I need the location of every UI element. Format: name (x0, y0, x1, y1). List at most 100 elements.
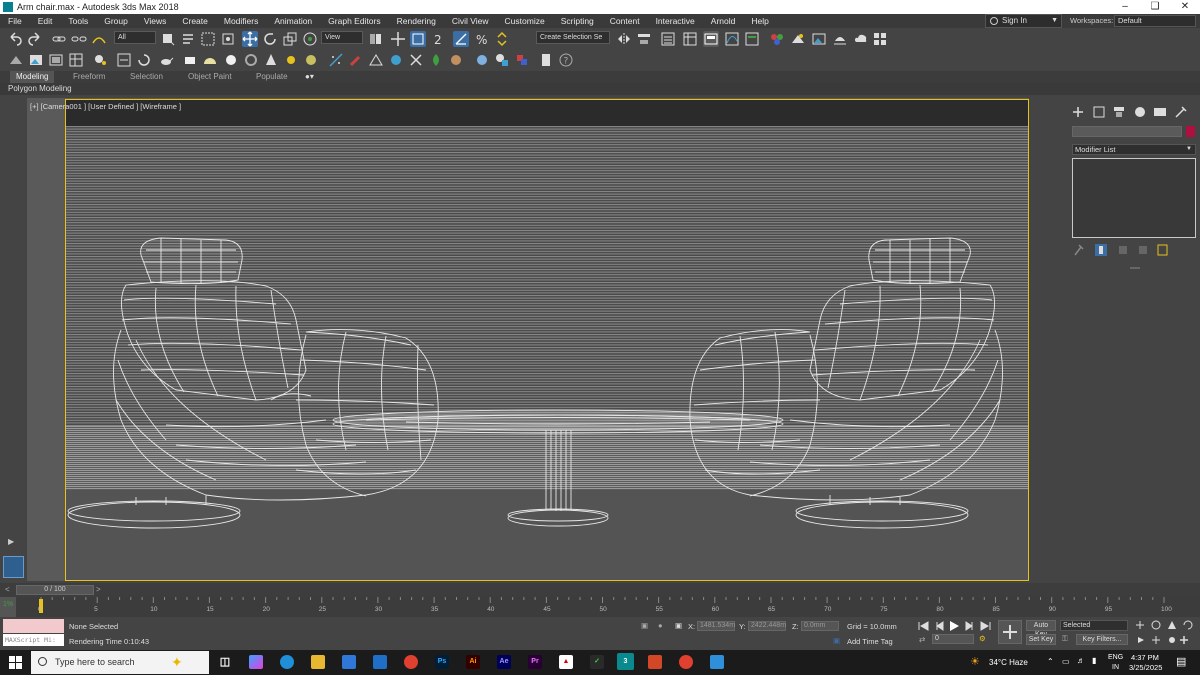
field-of-view-icon[interactable] (1168, 621, 1176, 629)
network-icon[interactable]: ▭ (1062, 657, 1070, 666)
prev-frame-arrow-icon[interactable]: < (5, 585, 10, 594)
close-button[interactable]: ✕ (1170, 0, 1200, 14)
battery-icon[interactable]: ▮ (1092, 656, 1096, 665)
menu-civil-view[interactable]: Civil View (444, 16, 497, 26)
menu-graph-editors[interactable]: Graph Editors (320, 16, 388, 26)
link-icon[interactable] (51, 31, 67, 47)
script-icon[interactable] (538, 52, 554, 68)
coreldraw-icon[interactable]: ✓ (590, 655, 604, 669)
sun-icon[interactable] (283, 52, 299, 68)
percent-snap-icon[interactable]: % (474, 31, 490, 47)
redo-icon[interactable] (27, 31, 43, 47)
scale-icon[interactable] (282, 31, 298, 47)
photoshop-icon[interactable]: Ps (435, 655, 449, 669)
task-view-icon[interactable]: ◫ (218, 655, 232, 669)
menu-edit[interactable]: Edit (30, 16, 61, 26)
teapot-icon[interactable] (158, 52, 174, 68)
time-tag-icon[interactable]: ▣ (833, 636, 840, 645)
reference-coordinate-select[interactable]: View (321, 31, 363, 44)
absolute-mode-icon[interactable]: ▣ (675, 621, 682, 630)
select-object-icon[interactable] (160, 31, 176, 47)
measure-icon[interactable] (368, 52, 384, 68)
scene-icon[interactable] (48, 52, 64, 68)
tab-object-paint[interactable]: Object Paint (188, 71, 232, 83)
material-editor-icon[interactable] (769, 31, 785, 47)
undo-icon[interactable] (7, 31, 23, 47)
panel-divider[interactable] (1130, 267, 1140, 269)
key-icon[interactable]: ⚿ (1062, 634, 1068, 644)
render-element-icon[interactable] (514, 52, 530, 68)
key-mode-select[interactable]: Selected (1060, 620, 1128, 631)
constraint-icon[interactable] (408, 52, 424, 68)
taskbar-search-box[interactable]: Type here to search ✦ (31, 651, 209, 674)
modifier-stack[interactable] (1072, 158, 1196, 238)
bind-space-warp-icon[interactable] (91, 31, 107, 47)
dolly-icon[interactable] (1138, 637, 1144, 643)
premiere-pro-icon[interactable]: Pr (528, 655, 542, 669)
foliage-icon[interactable] (428, 52, 444, 68)
move-icon[interactable] (242, 31, 258, 47)
menu-help[interactable]: Help (743, 16, 776, 26)
file-explorer-icon[interactable] (311, 655, 325, 669)
powerpoint-icon[interactable] (648, 655, 662, 669)
unlink-icon[interactable] (71, 31, 87, 47)
align-icon[interactable] (636, 31, 652, 47)
after-effects-icon[interactable]: Ae (497, 655, 511, 669)
camera-viewport[interactable] (65, 99, 1029, 581)
windows-start-icon[interactable] (9, 656, 22, 669)
named-selection-sets-select[interactable]: Create Selection Se (536, 31, 610, 44)
maxscript-listener-pink[interactable] (3, 619, 64, 633)
modifier-icon[interactable] (388, 52, 404, 68)
restore-button[interactable]: ❑ (1140, 0, 1170, 14)
paint-icon[interactable] (348, 52, 364, 68)
current-frame-field[interactable]: 0 (932, 634, 974, 644)
minimize-button[interactable]: – (1110, 0, 1140, 14)
go-to-start-icon[interactable] (918, 621, 929, 631)
menu-content[interactable]: Content (602, 16, 648, 26)
menu-views[interactable]: Views (136, 16, 175, 26)
grid-panel-icon[interactable] (68, 52, 84, 68)
copilot-app-icon[interactable] (249, 655, 263, 669)
set-keys-button[interactable] (998, 620, 1022, 644)
key-mode-icon[interactable]: ⇄ (919, 635, 925, 644)
edge-browser-icon[interactable] (280, 655, 294, 669)
tab-selection[interactable]: Selection (130, 71, 163, 83)
image-icon[interactable] (28, 52, 44, 68)
angle-snap-icon[interactable] (453, 31, 469, 47)
outlook-icon[interactable] (373, 655, 387, 669)
maximize-viewport-icon[interactable] (1180, 636, 1188, 644)
weather-text[interactable]: 34°C Haze (989, 658, 1028, 667)
expand-arrow-icon[interactable]: ▶ (8, 537, 14, 546)
tab-populate[interactable]: Populate (256, 71, 288, 83)
polygon-modeling-label[interactable]: Polygon Modeling (8, 84, 72, 93)
menu-group[interactable]: Group (96, 16, 136, 26)
go-to-end-icon[interactable] (980, 621, 991, 631)
menu-rendering[interactable]: Rendering (389, 16, 444, 26)
viewport-layout-icon[interactable] (3, 556, 24, 578)
help-icon[interactable]: ? (558, 52, 574, 68)
next-frame-arrow-icon[interactable]: > (96, 585, 101, 594)
dome-icon[interactable] (202, 52, 218, 68)
menu-scripting[interactable]: Scripting (553, 16, 602, 26)
previous-frame-icon[interactable] (936, 621, 944, 631)
object-name-field[interactable] (1072, 126, 1182, 137)
key-filters-button[interactable]: Key Filters... (1076, 634, 1128, 645)
menu-arnold[interactable]: Arnold (703, 16, 744, 26)
snaps-toggle-icon[interactable]: 2 (432, 31, 448, 47)
workspaces-select[interactable]: Default (1114, 15, 1196, 27)
rendered-frame-window-icon[interactable] (811, 31, 827, 47)
language-indicator[interactable]: ENG (1108, 654, 1123, 661)
walk-through-icon[interactable] (448, 52, 464, 68)
target-sphere-icon[interactable] (303, 52, 319, 68)
play-icon[interactable] (950, 621, 959, 631)
clock-date[interactable]: 3/25/2025 (1129, 663, 1162, 672)
orbit-icon[interactable] (1183, 620, 1193, 630)
container-icon[interactable] (8, 52, 24, 68)
scene-explorer-icon[interactable] (660, 31, 676, 47)
environment-icon[interactable] (474, 52, 490, 68)
modifier-list-select[interactable]: Modifier List ▼ (1072, 144, 1196, 155)
z-coordinate-field[interactable]: 0.0mm (801, 621, 839, 631)
menu-animation[interactable]: Animation (266, 16, 320, 26)
place-icon[interactable] (302, 31, 318, 47)
microsoft-store-icon[interactable] (342, 655, 356, 669)
